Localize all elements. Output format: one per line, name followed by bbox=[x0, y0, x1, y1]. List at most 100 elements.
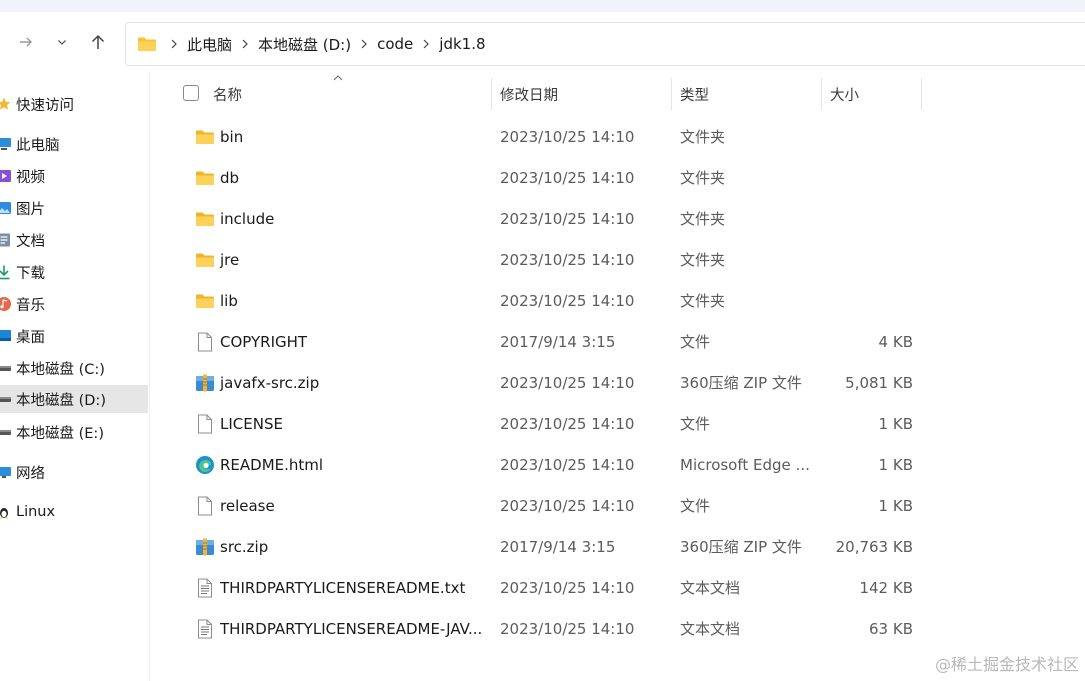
column-divider[interactable] bbox=[671, 78, 672, 110]
file-name-cell[interactable]: src.zip bbox=[195, 526, 495, 567]
address-bar[interactable]: 此电脑 本地磁盘 (D:) code jdk1.8 bbox=[125, 22, 1085, 66]
file-type: 360压缩 ZIP 文件 bbox=[680, 374, 802, 392]
sidebar-item-drive-d[interactable]: 本地磁盘 (D:) bbox=[0, 385, 148, 413]
file-name: src.zip bbox=[220, 537, 269, 556]
linux-icon bbox=[0, 504, 12, 520]
file-date: 2023/10/25 14:10 bbox=[500, 578, 635, 597]
file-size: 20,763 KB bbox=[835, 537, 913, 556]
file-date: 2023/10/25 14:10 bbox=[500, 209, 635, 228]
up-button[interactable] bbox=[84, 12, 112, 72]
file-type: 文件 bbox=[680, 497, 711, 515]
file-date: 2023/10/25 14:10 bbox=[500, 455, 635, 474]
sidebar-item-pictures[interactable]: 图片 bbox=[0, 194, 148, 222]
file-name-cell[interactable]: include bbox=[195, 198, 495, 239]
sidebar-item-videos[interactable]: 视频 bbox=[0, 162, 148, 190]
file-name: bin bbox=[220, 127, 244, 146]
sidebar-item-quick-access[interactable]: 快速访问 bbox=[0, 90, 148, 118]
file-name-cell[interactable]: THIRDPARTYLICENSEREADME-JAV... bbox=[195, 608, 495, 649]
column-divider[interactable] bbox=[491, 78, 492, 110]
file-name: db bbox=[220, 168, 240, 187]
breadcrumb-jdk[interactable]: jdk1.8 bbox=[439, 35, 485, 53]
sidebar-item-linux[interactable]: Linux bbox=[0, 498, 148, 526]
title-strip bbox=[0, 0, 1085, 12]
music-icon bbox=[0, 296, 12, 312]
forward-arrow-icon bbox=[20, 37, 32, 47]
file-type: 文件 bbox=[680, 415, 711, 433]
chevron-right-icon[interactable] bbox=[241, 39, 249, 49]
drive-icon bbox=[0, 391, 12, 407]
file-type: 文件夹 bbox=[680, 210, 726, 228]
file-name-cell[interactable]: jre bbox=[195, 239, 495, 280]
file-type: 360压缩 ZIP 文件 bbox=[680, 538, 802, 556]
sidebar-item-label: 图片 bbox=[16, 201, 45, 218]
file-row[interactable]: bin 2023/10/25 14:10 文件夹 bbox=[151, 116, 1085, 157]
file-name-cell[interactable]: COPYRIGHT bbox=[195, 321, 495, 362]
file-name-cell[interactable]: db bbox=[195, 157, 495, 198]
breadcrumb-this-pc[interactable]: 此电脑 bbox=[187, 34, 232, 55]
sidebar-item-label: 本地磁盘 (D:) bbox=[16, 392, 106, 409]
file-name-cell[interactable]: bin bbox=[195, 116, 495, 157]
file-row[interactable]: include 2023/10/25 14:10 文件夹 bbox=[151, 198, 1085, 239]
forward-button[interactable] bbox=[12, 12, 40, 72]
folder-icon bbox=[195, 250, 215, 270]
sidebar-item-music[interactable]: 音乐 bbox=[0, 290, 148, 318]
column-header-date[interactable]: 修改日期 bbox=[500, 80, 670, 108]
folder-icon bbox=[195, 291, 215, 311]
picture-icon bbox=[0, 200, 12, 216]
file-row[interactable]: THIRDPARTYLICENSEREADME-JAV... 2023/10/25… bbox=[151, 608, 1085, 649]
document-icon bbox=[0, 232, 12, 248]
column-header-type[interactable]: 类型 bbox=[680, 80, 820, 108]
breadcrumb-code[interactable]: code bbox=[377, 35, 413, 53]
zip-icon bbox=[195, 373, 215, 393]
file-name-cell[interactable]: lib bbox=[195, 280, 495, 321]
column-header-size[interactable]: 大小 bbox=[830, 80, 920, 108]
file-row[interactable]: jre 2023/10/25 14:10 文件夹 bbox=[151, 239, 1085, 280]
file-row[interactable]: javafx-src.zip 2023/10/25 14:10 360压缩 ZIP … bbox=[151, 362, 1085, 403]
file-name-cell[interactable]: javafx-src.zip bbox=[195, 362, 495, 403]
file-row[interactable]: README.html 2023/10/25 14:10 Microsoft Edg… bbox=[151, 444, 1085, 485]
column-header-name[interactable]: 名称 bbox=[213, 80, 483, 108]
column-header-row: 名称 修改日期 类型 大小 bbox=[151, 72, 1085, 114]
file-row[interactable]: db 2023/10/25 14:10 文件夹 bbox=[151, 157, 1085, 198]
file-name: LICENSE bbox=[220, 414, 283, 433]
chevron-right-icon[interactable] bbox=[422, 39, 430, 49]
file-date: 2023/10/25 14:10 bbox=[500, 496, 635, 515]
sidebar-item-label: 快速访问 bbox=[16, 97, 74, 114]
chevron-right-icon[interactable] bbox=[360, 39, 368, 49]
sidebar-item-label: Linux bbox=[16, 504, 56, 520]
file-list: 名称 修改日期 类型 大小 bin 2023/10/25 14:10 文件夹 db 20… bbox=[151, 72, 1085, 681]
file-row[interactable]: THIRDPARTYLICENSEREADME.txt 2023/10/25 14… bbox=[151, 567, 1085, 608]
select-all-checkbox[interactable] bbox=[183, 85, 199, 101]
text-file-icon bbox=[195, 578, 215, 598]
navigation-pane: 快速访问 此电脑 视频 图片 文档 下载 音乐 桌面 本地磁盘 (C:) 本地磁… bbox=[0, 72, 150, 681]
sidebar-item-documents[interactable]: 文档 bbox=[0, 226, 148, 254]
file-row[interactable]: LICENSE 2023/10/25 14:10 文件 1 KB bbox=[151, 403, 1085, 444]
sidebar-item-drive-c[interactable]: 本地磁盘 (C:) bbox=[0, 354, 148, 382]
sidebar-item-desktop[interactable]: 桌面 bbox=[0, 322, 148, 350]
file-row[interactable]: release 2023/10/25 14:10 文件 1 KB bbox=[151, 485, 1085, 526]
file-size bbox=[821, 116, 913, 157]
recent-locations-button[interactable] bbox=[52, 12, 72, 72]
file-row[interactable]: lib 2023/10/25 14:10 文件夹 bbox=[151, 280, 1085, 321]
sidebar-item-downloads[interactable]: 下载 bbox=[0, 258, 148, 286]
sidebar-item-label: 音乐 bbox=[16, 297, 45, 314]
file-name: THIRDPARTYLICENSEREADME.txt bbox=[220, 578, 466, 597]
file-name-cell[interactable]: release bbox=[195, 485, 495, 526]
file-name-cell[interactable]: THIRDPARTYLICENSEREADME.txt bbox=[195, 567, 495, 608]
navigation-bar: 此电脑 本地磁盘 (D:) code jdk1.8 bbox=[0, 12, 1085, 72]
file-date: 2017/9/14 3:15 bbox=[500, 332, 616, 351]
breadcrumb-drive-d[interactable]: 本地磁盘 (D:) bbox=[258, 34, 351, 55]
chevron-right-icon[interactable] bbox=[170, 39, 178, 49]
file-name-cell[interactable]: LICENSE bbox=[195, 403, 495, 444]
file-type: 文件夹 bbox=[680, 128, 726, 146]
sidebar-item-drive-e[interactable]: 本地磁盘 (E:) bbox=[0, 418, 148, 446]
sidebar-item-network[interactable]: 网络 bbox=[0, 458, 148, 486]
file-date: 2023/10/25 14:10 bbox=[500, 414, 635, 433]
file-row[interactable]: COPYRIGHT 2017/9/14 3:15 文件 4 KB bbox=[151, 321, 1085, 362]
file-name-cell[interactable]: README.html bbox=[195, 444, 495, 485]
sidebar-item-this-pc[interactable]: 此电脑 bbox=[0, 130, 148, 158]
column-divider[interactable] bbox=[921, 78, 922, 110]
column-divider[interactable] bbox=[821, 78, 822, 110]
file-row[interactable]: src.zip 2017/9/14 3:15 360压缩 ZIP 文件 20,763 … bbox=[151, 526, 1085, 567]
file-date: 2023/10/25 14:10 bbox=[500, 250, 635, 269]
